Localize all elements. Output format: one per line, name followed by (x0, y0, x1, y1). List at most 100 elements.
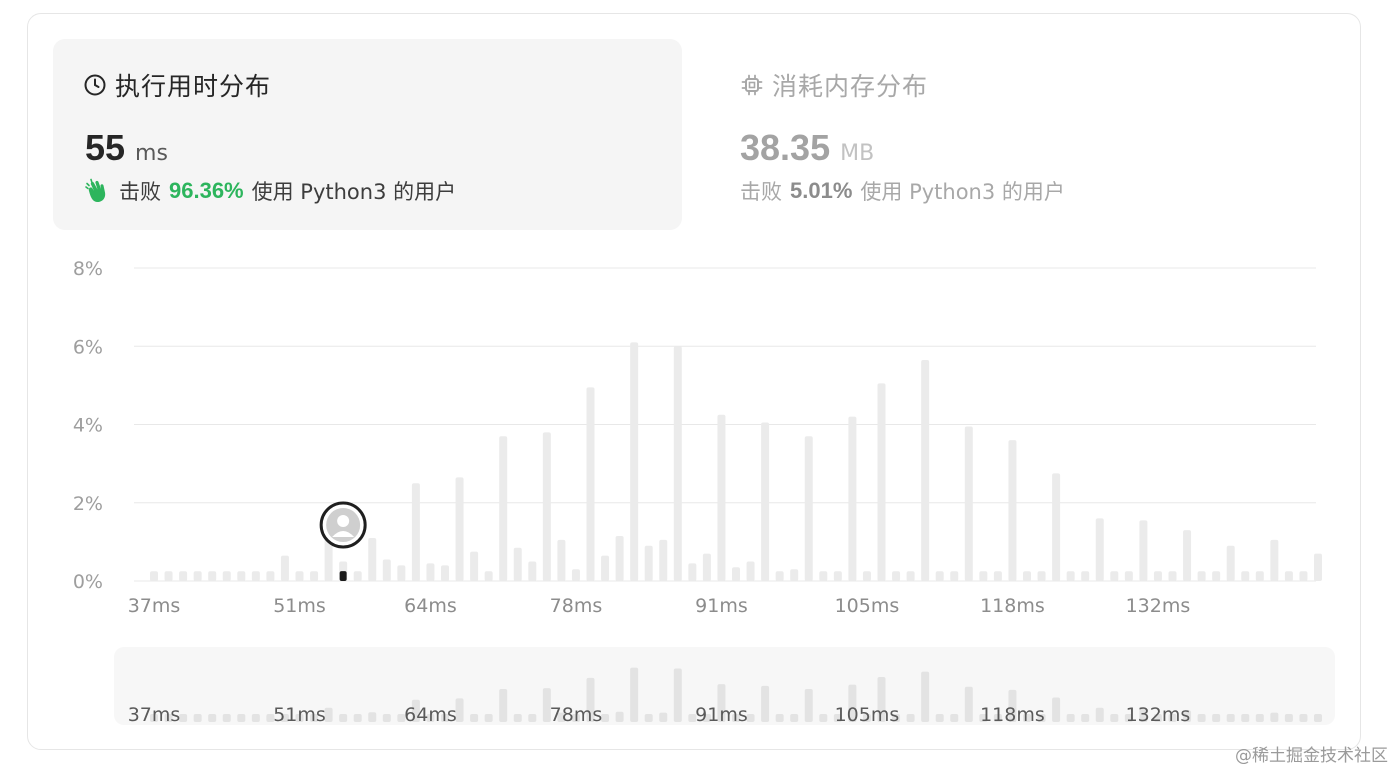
distribution-bar[interactable] (1066, 571, 1075, 581)
distribution-bar[interactable] (993, 571, 1002, 581)
distribution-bar[interactable] (1270, 539, 1279, 581)
distribution-bar[interactable] (659, 539, 668, 581)
overview-bar (644, 713, 653, 722)
distribution-bar[interactable] (571, 569, 580, 581)
overview-bar (1197, 714, 1206, 722)
distribution-bar[interactable] (470, 551, 479, 581)
overview-bar (222, 714, 231, 722)
distribution-bar[interactable] (484, 571, 493, 581)
distribution-bar[interactable] (1255, 571, 1264, 581)
overview-x-label: 37ms (128, 704, 181, 726)
distribution-bar[interactable] (601, 555, 610, 581)
distribution-bar[interactable] (702, 553, 711, 581)
distribution-bar[interactable] (237, 571, 246, 581)
distribution-bar[interactable] (862, 571, 871, 581)
distribution-bar[interactable] (790, 569, 799, 581)
distribution-bar[interactable] (688, 563, 697, 581)
overview-bar (1226, 713, 1235, 722)
distribution-bar[interactable] (950, 571, 959, 581)
distribution-bar[interactable] (222, 571, 231, 581)
distribution-bar[interactable] (586, 387, 595, 581)
overview-bar (819, 714, 828, 722)
distribution-bar[interactable] (1008, 440, 1017, 581)
distribution-bar[interactable] (819, 571, 828, 581)
distribution-bar[interactable] (1124, 571, 1133, 581)
distribution-bar[interactable] (1284, 571, 1293, 581)
y-tick-label: 4% (73, 415, 103, 437)
distribution-bar[interactable] (1139, 520, 1148, 581)
distribution-bar[interactable] (746, 561, 755, 581)
distribution-bar[interactable] (804, 436, 813, 581)
distribution-bar[interactable] (557, 539, 566, 581)
distribution-bar[interactable] (877, 383, 886, 581)
distribution-bar[interactable] (1183, 530, 1192, 581)
distribution-bar[interactable] (1241, 571, 1250, 581)
distribution-bar[interactable] (761, 422, 770, 581)
distribution-bar[interactable] (193, 571, 202, 581)
overview-x-label: 64ms (404, 704, 457, 726)
distribution-bar[interactable] (615, 536, 624, 581)
distribution-bar[interactable] (964, 426, 973, 581)
distribution-bar[interactable] (630, 342, 639, 581)
distribution-bar[interactable] (411, 483, 420, 581)
overview-bar (470, 714, 479, 722)
overview-bar (1270, 712, 1279, 722)
overview-bar (921, 671, 930, 722)
distribution-bar[interactable] (717, 414, 726, 581)
distribution-bar[interactable] (179, 571, 188, 581)
distribution-bar[interactable] (833, 571, 842, 581)
overview-bar (746, 714, 755, 722)
distribution-bar[interactable] (848, 416, 857, 581)
distribution-bar[interactable] (1299, 571, 1308, 581)
distribution-bar[interactable] (644, 545, 653, 581)
distribution-bar[interactable] (775, 571, 784, 581)
distribution-bar[interactable] (295, 571, 304, 581)
distribution-bar[interactable] (368, 537, 377, 581)
distribution-bar[interactable] (1197, 571, 1206, 581)
x-tick-label: 105ms (835, 595, 900, 617)
distribution-bar[interactable] (921, 359, 930, 581)
distribution-bar[interactable] (426, 563, 435, 581)
distribution-bar[interactable] (513, 547, 522, 581)
distribution-bar[interactable] (150, 571, 158, 581)
distribution-bar[interactable] (1314, 553, 1322, 581)
distribution-bar[interactable] (979, 571, 988, 581)
distribution-bar[interactable] (1153, 571, 1162, 581)
overview-bar (1212, 714, 1221, 722)
distribution-bar[interactable] (164, 571, 173, 581)
distribution-bar[interactable] (732, 567, 740, 581)
overview-x-label: 105ms (835, 704, 900, 726)
distribution-bar[interactable] (397, 565, 406, 581)
distribution-bar[interactable] (1110, 571, 1119, 581)
distribution-bar[interactable] (1095, 518, 1104, 581)
distribution-bar[interactable] (1023, 571, 1031, 581)
distribution-bar[interactable] (1081, 571, 1090, 581)
x-tick-label: 64ms (404, 595, 457, 617)
distribution-bar[interactable] (935, 571, 944, 581)
distribution-bar[interactable] (280, 555, 289, 581)
distribution-bar[interactable] (528, 561, 537, 581)
overview-bar (601, 714, 610, 722)
distribution-bar[interactable] (499, 436, 508, 581)
overview-bar (484, 714, 493, 722)
distribution-bar[interactable] (906, 571, 915, 581)
overview-bar (251, 714, 260, 722)
distribution-bar[interactable] (1212, 571, 1221, 581)
distribution-bar[interactable] (455, 477, 464, 581)
x-tick-label: 132ms (1126, 595, 1191, 617)
distribution-bar[interactable] (1168, 571, 1177, 581)
distribution-bar[interactable] (1037, 571, 1046, 581)
distribution-bar[interactable] (266, 571, 275, 581)
distribution-bar[interactable] (353, 571, 362, 581)
distribution-bar[interactable] (542, 432, 551, 581)
distribution-bar[interactable] (208, 571, 217, 581)
distribution-bar[interactable] (382, 559, 391, 581)
distribution-bar[interactable] (251, 571, 260, 581)
distribution-bar[interactable] (673, 346, 682, 581)
distribution-bar[interactable] (441, 565, 449, 581)
distribution-bar[interactable] (892, 571, 901, 581)
distribution-bar[interactable] (310, 571, 319, 581)
runtime-distribution-chart: 0% 2% 4% 6% 8% 37ms 51ms 64ms 78ms 91ms 105ms 118ms… (73, 258, 1335, 726)
distribution-bar[interactable] (1226, 545, 1235, 581)
distribution-bar[interactable] (1052, 473, 1061, 581)
